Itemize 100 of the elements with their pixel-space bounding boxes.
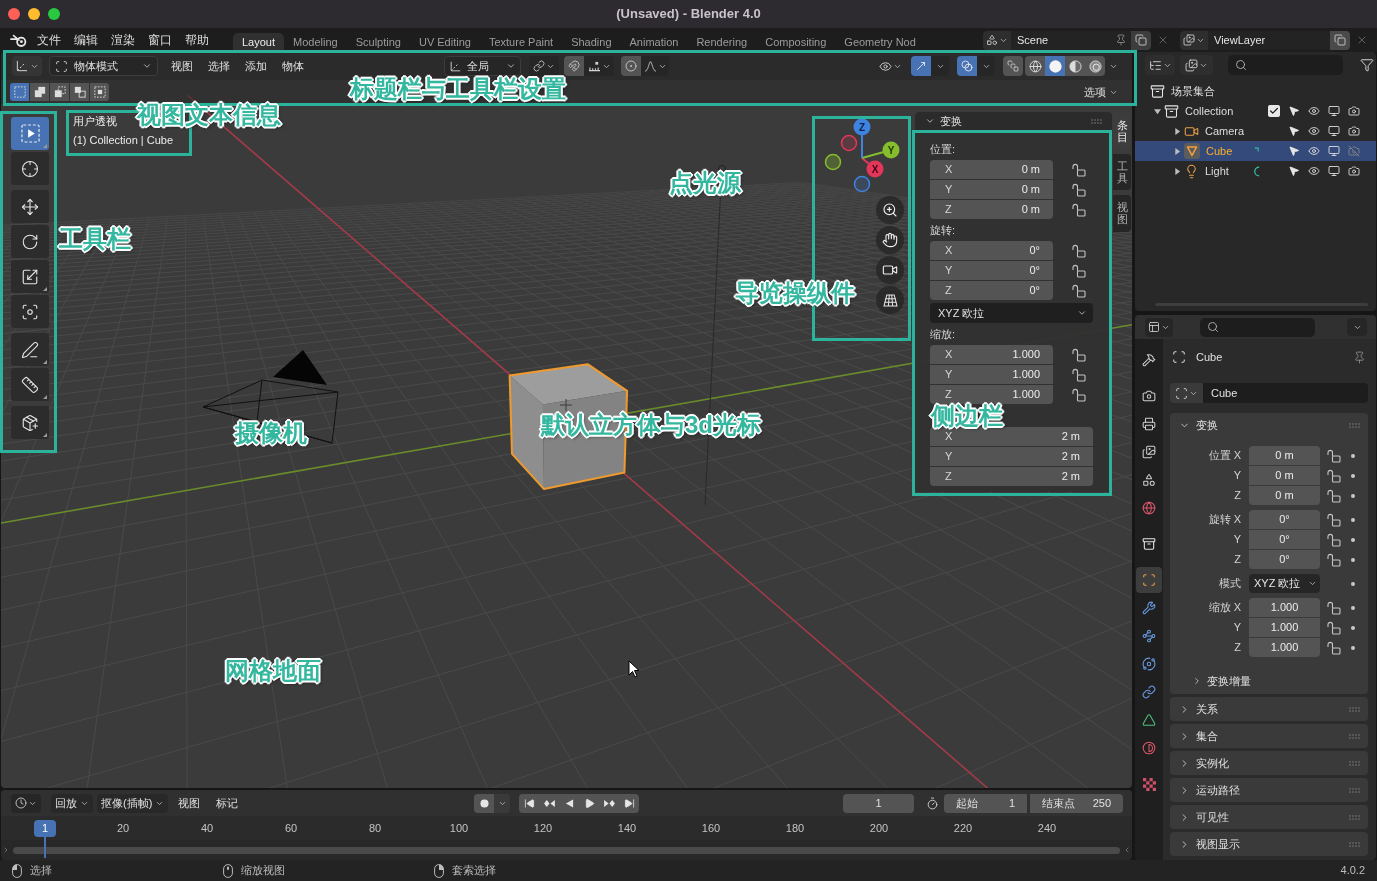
tree-root-label[interactable]: 场景集合 [1171, 82, 1215, 100]
drag-handle-icon[interactable] [1349, 760, 1360, 766]
open-lock-icon[interactable] [1072, 162, 1086, 177]
display-mode-dropdown[interactable] [1145, 55, 1175, 75]
number-field[interactable]: Z 2 m [930, 467, 1093, 486]
overlay-toggle[interactable] [957, 56, 977, 76]
chevron-right-icon[interactable] [2, 846, 10, 854]
open-lock-icon[interactable] [1072, 347, 1086, 362]
number-field[interactable]: 0° [1249, 510, 1320, 529]
proportional-edit-toggle[interactable] [621, 56, 641, 76]
current-frame-field[interactable]: 1 [843, 793, 914, 813]
panel-header[interactable]: 关系 [1170, 697, 1368, 721]
gizmo-toggle[interactable] [911, 56, 931, 76]
scene-selector[interactable] [983, 30, 1011, 50]
tool-button[interactable] [11, 225, 49, 258]
workspace-tab[interactable]: UV Editing [409, 33, 480, 52]
mode-dropdown[interactable]: 物体模式 [49, 56, 158, 76]
tool-button[interactable] [11, 117, 49, 150]
editor-type-button[interactable] [12, 56, 42, 76]
monitor-icon[interactable] [1328, 125, 1340, 137]
select-mode-button[interactable] [70, 83, 89, 101]
dropdown[interactable]: XYZ 欧拉 [1249, 574, 1320, 593]
workspace-tab[interactable]: Geometry Nod [835, 33, 925, 52]
camera-icon[interactable] [1348, 125, 1360, 137]
number-field[interactable]: Z 1.000 [930, 385, 1053, 404]
panel-header[interactable]: 实例化 [1170, 751, 1368, 775]
tool-button[interactable] [11, 260, 49, 293]
scrollbar[interactable] [13, 846, 1120, 854]
open-lock-icon[interactable] [1072, 387, 1086, 402]
close-button[interactable] [8, 8, 20, 20]
chevron-down-icon[interactable] [925, 116, 935, 126]
panel-header[interactable]: 变换 [1170, 413, 1368, 437]
close-icon[interactable] [1356, 34, 1368, 46]
open-lock-icon[interactable] [1072, 243, 1086, 258]
axis-handle[interactable]: X [866, 160, 884, 178]
number-field[interactable]: X 0 m [930, 160, 1053, 179]
snap-toggle[interactable] [564, 56, 584, 76]
copy-button[interactable] [1330, 30, 1350, 50]
number-field[interactable]: 0 m [1249, 466, 1320, 485]
open-lock-icon[interactable] [1072, 182, 1086, 197]
menu-item[interactable]: 选择 [208, 57, 230, 75]
menu-item[interactable]: 帮助 [185, 32, 209, 48]
tool-button[interactable] [11, 152, 49, 185]
open-lock-icon[interactable] [1327, 552, 1341, 567]
checkbox[interactable] [1268, 105, 1280, 117]
open-lock-icon[interactable] [1327, 620, 1341, 635]
drag-handle-icon[interactable] [1349, 787, 1360, 793]
camera-icon[interactable] [1348, 165, 1360, 177]
crescent-icon[interactable] [1252, 165, 1260, 177]
view-layer-selector[interactable] [1180, 30, 1208, 50]
orientation-dropdown[interactable]: 全局 [444, 56, 521, 76]
options-dropdown[interactable]: 选项 [1080, 83, 1122, 101]
menu-item[interactable]: 窗口 [148, 32, 172, 48]
shading-mode-button[interactable] [1065, 56, 1085, 76]
tool-button[interactable] [11, 406, 49, 439]
perspective-toggle-button[interactable] [876, 286, 904, 314]
select-arrow-icon[interactable] [1288, 125, 1300, 137]
outliner-row[interactable]: Collection [1135, 101, 1376, 121]
menu-item[interactable]: 标记 [210, 793, 245, 813]
chevron-right-icon[interactable] [1179, 757, 1190, 769]
number-field[interactable]: 0° [1249, 550, 1320, 569]
drag-handle-icon[interactable] [1349, 841, 1360, 847]
open-lock-icon[interactable] [1327, 448, 1341, 463]
monitor-icon[interactable] [1328, 165, 1340, 177]
zoom-button[interactable] [48, 8, 60, 20]
snap-target-dropdown[interactable] [584, 56, 614, 76]
menu-item[interactable]: 添加 [245, 57, 267, 75]
open-lock-icon[interactable] [1327, 468, 1341, 483]
filter-dropdown[interactable] [1180, 55, 1213, 75]
auto-key-button[interactable] [474, 793, 494, 813]
drag-handle-icon[interactable] [1349, 422, 1360, 428]
number-field[interactable]: X 0° [930, 241, 1053, 260]
collapsed-arrow-icon[interactable] [1173, 127, 1181, 135]
menu-item[interactable]: 物体 [282, 57, 304, 75]
panel-header[interactable]: 集合 [1170, 724, 1368, 748]
number-field[interactable]: Z 0 m [930, 200, 1053, 219]
eye-icon[interactable] [1308, 165, 1320, 177]
select-mode-button[interactable] [10, 83, 29, 101]
number-field[interactable]: 1.000 [1249, 618, 1320, 637]
search-field[interactable] [1228, 55, 1343, 75]
close-icon[interactable] [1157, 34, 1169, 46]
number-field[interactable]: Y 1.000 [930, 365, 1053, 384]
eye-icon[interactable] [1308, 105, 1320, 117]
number-field[interactable]: Z 0° [930, 281, 1053, 300]
panel-header[interactable]: 运动路径 [1170, 778, 1368, 802]
workspace-tab[interactable]: Animation [620, 33, 688, 52]
monitor-icon[interactable] [1328, 145, 1340, 157]
xray-toggle[interactable] [1003, 56, 1023, 76]
tool-button[interactable] [11, 295, 49, 328]
workspace-tab[interactable]: Sculpting [346, 33, 410, 52]
menu-item[interactable]: 文件 [37, 32, 61, 48]
number-field[interactable]: 1.000 [1249, 638, 1320, 657]
open-lock-icon[interactable] [1327, 488, 1341, 503]
pivot-dropdown[interactable] [529, 56, 559, 76]
chevron-left-icon[interactable] [1123, 846, 1131, 854]
search-field[interactable] [1200, 317, 1315, 337]
number-field[interactable]: 0° [1249, 530, 1320, 549]
current-frame-marker[interactable]: 1 [34, 819, 56, 837]
open-lock-icon[interactable] [1327, 640, 1341, 655]
chevron-right-icon[interactable] [1192, 676, 1202, 686]
